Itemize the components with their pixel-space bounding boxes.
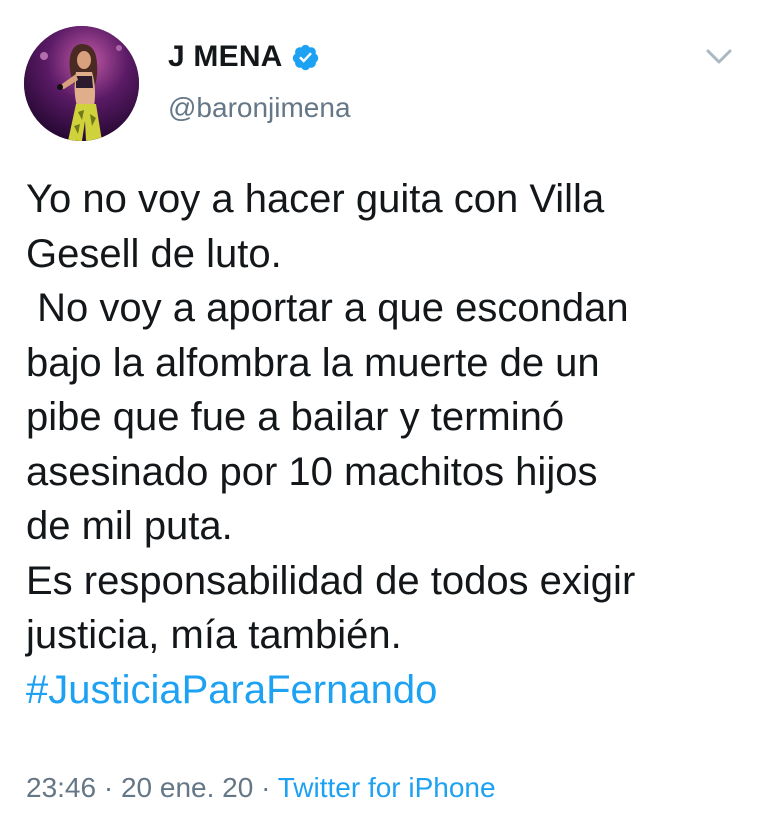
chevron-down-icon: [706, 49, 732, 64]
tweet-line: asesinado por 10 machitos hijos: [26, 449, 598, 494]
avatar-photo: [24, 26, 139, 141]
tweet-card: J MENA @baronjimena Yo no voy a hacer gu…: [0, 0, 760, 837]
tweet-line: No voy a aportar a que escondan: [26, 286, 629, 330]
tweet-line: Es responsabilidad de todos exigir: [26, 558, 636, 603]
verified-badge-icon: [291, 43, 320, 72]
tweet-meta: 23:46 · 20 ene. 20 · Twitter for iPhone: [26, 772, 496, 804]
meta-separator: ·: [96, 772, 121, 803]
user-name-row[interactable]: J MENA: [168, 38, 320, 76]
tweet-time[interactable]: 23:46: [26, 772, 96, 803]
tweet-line: bajo la alfombra la muerte de un: [26, 340, 600, 385]
tweet-line: Yo no voy a hacer guita con Villa: [26, 177, 605, 221]
tweet-line: justicia, mía también.: [26, 613, 402, 657]
tweet-line: Gesell de luto.: [26, 231, 282, 276]
avatar[interactable]: [24, 26, 139, 141]
user-handle[interactable]: @baronjimena: [168, 92, 351, 124]
tweet-line: de mil puta.: [26, 504, 233, 548]
hashtag-link[interactable]: #JusticiaParaFernando: [26, 663, 746, 718]
tweet-line: pibe que fue a bailar y terminó: [26, 395, 565, 439]
tweet-source-link[interactable]: Twitter for iPhone: [278, 772, 496, 803]
tweet-text: Yo no voy a hacer guita con Villa Gesell…: [26, 172, 746, 717]
more-options-button[interactable]: [702, 42, 736, 72]
meta-separator: ·: [253, 772, 278, 803]
display-name[interactable]: J MENA: [168, 40, 283, 74]
tweet-date[interactable]: 20 ene. 20: [121, 772, 253, 803]
